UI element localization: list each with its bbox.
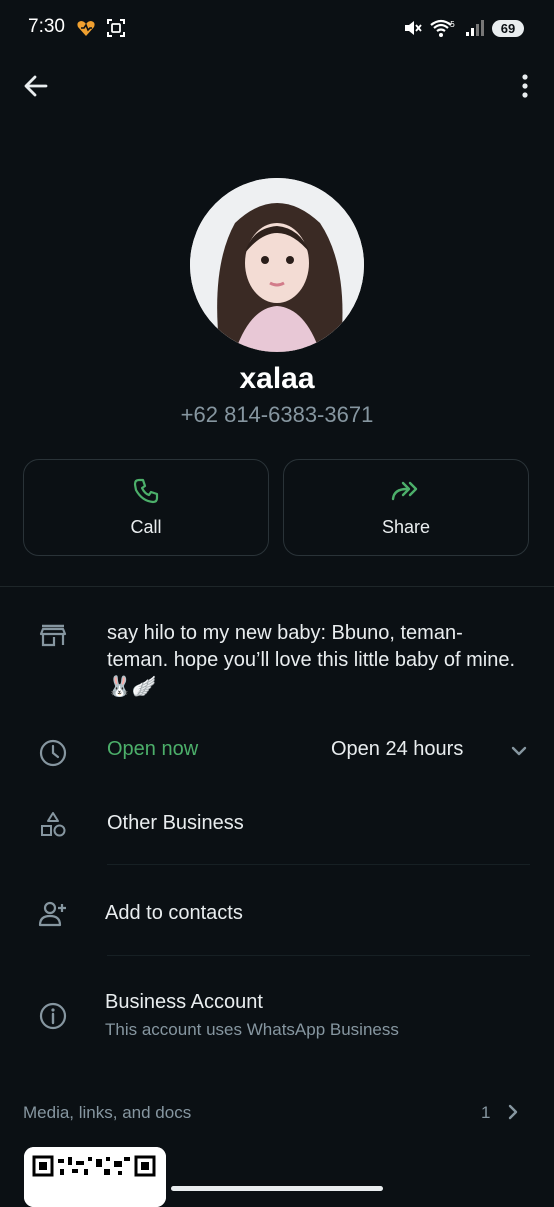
call-button[interactable]: Call: [23, 459, 269, 556]
call-label: Call: [130, 517, 162, 537]
person-add-icon[interactable]: [38, 899, 68, 929]
qr-code-image: [24, 1147, 166, 1207]
business-account-title[interactable]: Business Account: [105, 991, 263, 1014]
share-forward-icon: [391, 481, 418, 501]
screen-capture-icon: [107, 19, 125, 37]
svg-text:5: 5: [450, 20, 455, 29]
share-button[interactable]: Share: [283, 459, 529, 556]
wifi-icon: 5: [430, 19, 455, 37]
row-divider: [107, 864, 530, 865]
health-app-icon: [77, 21, 95, 36]
media-thumbnail[interactable]: [24, 1147, 166, 1207]
open-status: Open now: [107, 738, 199, 760]
media-links-docs-label[interactable]: Media, links, and docs: [23, 1103, 191, 1123]
business-hours[interactable]: Open 24 hours: [331, 738, 463, 761]
info-icon: [39, 1002, 67, 1030]
status-right-icons: 5 69: [402, 18, 524, 38]
section-divider: [0, 586, 554, 587]
media-count: 1: [481, 1103, 491, 1122]
business-description: say hilo to my new baby: Bbuno, teman-te…: [107, 622, 515, 698]
status-left-icons: [76, 18, 126, 38]
row-divider: [107, 955, 530, 956]
contact-name: xalaa: [239, 362, 315, 395]
profile-photo: [190, 178, 364, 352]
store-icon: [39, 624, 67, 647]
clock-icon: [39, 739, 67, 767]
contact-phone: +62 814-6383-3671: [180, 402, 374, 427]
phone-icon: [133, 478, 159, 504]
shapes-icon[interactable]: [38, 810, 68, 840]
add-to-contacts-button[interactable]: Add to contacts: [105, 902, 243, 925]
mute-icon: [405, 21, 422, 35]
battery-badge: 69: [492, 19, 524, 37]
more-vert-icon[interactable]: [518, 72, 532, 100]
chevron-down-icon[interactable]: [510, 744, 528, 758]
avatar[interactable]: [190, 178, 364, 352]
business-account-subtitle: This account uses WhatsApp Business: [105, 1020, 399, 1039]
back-arrow-icon[interactable]: [22, 72, 50, 100]
signal-icon: [466, 20, 484, 36]
share-label: Share: [381, 517, 431, 537]
chevron-right-icon[interactable]: [506, 1102, 520, 1122]
other-business-link[interactable]: Other Business: [107, 812, 244, 835]
home-indicator[interactable]: [171, 1186, 383, 1191]
status-time: 7:30: [28, 16, 65, 37]
